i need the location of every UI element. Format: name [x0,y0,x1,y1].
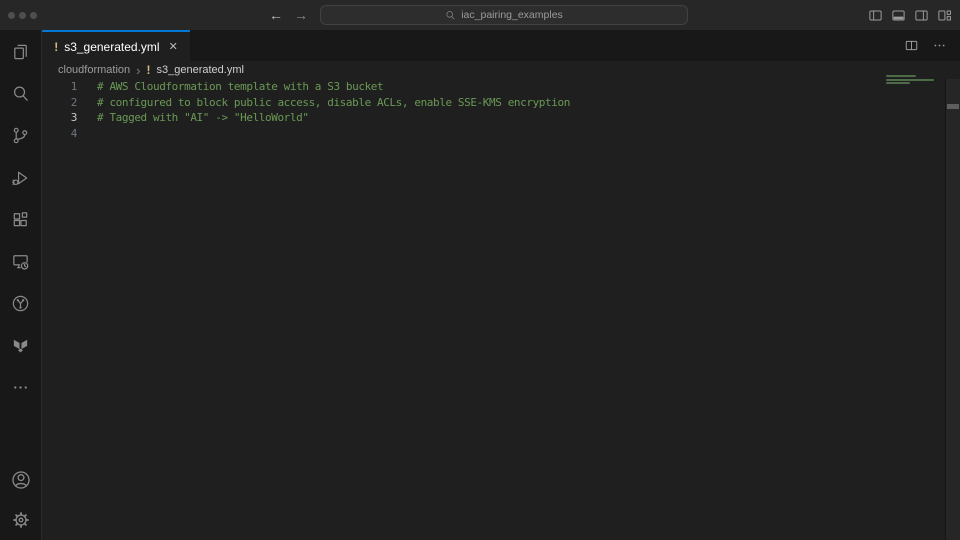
line-number: 4 [42,126,77,142]
minimap[interactable] [886,75,942,89]
minimap-line-mark [886,75,916,77]
toggle-secondary-sidebar-icon[interactable] [914,8,929,23]
line-content: # Tagged with "AI" -> "HelloWorld" [97,110,309,126]
split-editor-icon[interactable] [904,38,919,53]
sidebar-item-extensions[interactable] [0,198,41,240]
line-number: 2 [42,95,77,111]
more-actions-icon[interactable] [932,38,947,53]
customize-layout-icon[interactable] [937,8,952,23]
history-navigation: ← → [268,0,309,30]
activity-bar [0,30,42,540]
breadcrumb-folder[interactable]: cloudformation [58,64,130,76]
git-graph-icon [11,294,30,313]
zoom-window-button[interactable] [30,12,37,19]
sidebar-item-run-and-debug[interactable] [0,156,41,198]
line-number: 3 [42,110,77,126]
breadcrumb: cloudformation › ! s3_generated.yml [42,61,960,79]
breadcrumb-file[interactable]: s3_generated.yml [157,64,244,76]
sidebar-item-remote-explorer[interactable] [0,240,41,282]
close-tab-icon[interactable]: ✕ [169,40,178,53]
search-icon [11,84,30,103]
explorer-icon [11,42,30,61]
terraform-icon [11,336,30,355]
sidebar-item-settings[interactable] [0,500,41,540]
code-editor[interactable]: 1 # AWS Cloudformation template with a S… [42,79,960,141]
tab-bar: ! s3_generated.yml ✕ [42,30,960,61]
vertical-scrollbar[interactable] [945,79,960,540]
tab-s3-generated-yml[interactable]: ! s3_generated.yml ✕ [42,30,190,61]
sidebar-item-explorer[interactable] [0,30,41,72]
source-control-icon [11,126,30,145]
overview-ruler-cursor-marker [947,104,959,109]
go-back-button[interactable]: ← [268,7,284,23]
code-line: 4 [42,126,960,142]
toggle-primary-sidebar-icon[interactable] [868,8,883,23]
layout-controls [868,0,952,30]
vscode-window: ← → iac_pairing_examples [0,0,960,540]
command-center-search[interactable]: iac_pairing_examples [320,5,688,25]
tab-label: s3_generated.yml [64,40,159,54]
accounts-icon [11,470,31,490]
title-bar: ← → iac_pairing_examples [0,0,960,30]
code-line-active: 3 # Tagged with "AI" -> "HelloWorld" [42,110,960,126]
line-content: # AWS Cloudformation template with a S3 … [97,79,383,95]
sidebar-item-accounts[interactable] [0,460,41,500]
settings-gear-icon [11,510,31,530]
editor-group: ! s3_generated.yml ✕ cloudformation › ! … [42,30,960,540]
extensions-icon [11,210,30,229]
minimap-line-mark [886,82,910,84]
close-window-button[interactable] [8,12,15,19]
command-center-value: iac_pairing_examples [461,9,563,21]
sidebar-item-git-graph[interactable] [0,282,41,324]
sidebar-item-source-control[interactable] [0,114,41,156]
minimize-window-button[interactable] [19,12,26,19]
sidebar-item-terraform[interactable] [0,324,41,366]
chevron-right-icon: › [136,65,140,76]
code-line: 2 # configured to block public access, d… [42,95,960,111]
line-number: 1 [42,79,77,95]
sidebar-item-search[interactable] [0,72,41,114]
more-views-icon [11,378,30,397]
sidebar-item-additional-views[interactable] [0,366,41,408]
run-and-debug-icon [11,168,30,187]
tab-problem-indicator: ! [54,40,58,54]
go-forward-button[interactable]: → [293,7,309,23]
window-controls [8,0,37,30]
remote-explorer-icon [11,252,30,271]
minimap-line-mark [886,79,934,81]
code-line: 1 # AWS Cloudformation template with a S… [42,79,960,95]
search-icon [445,10,456,21]
breadcrumb-problem-indicator: ! [147,63,151,77]
line-content: # configured to block public access, dis… [97,95,570,111]
toggle-panel-icon[interactable] [891,8,906,23]
editor-actions [904,30,960,61]
